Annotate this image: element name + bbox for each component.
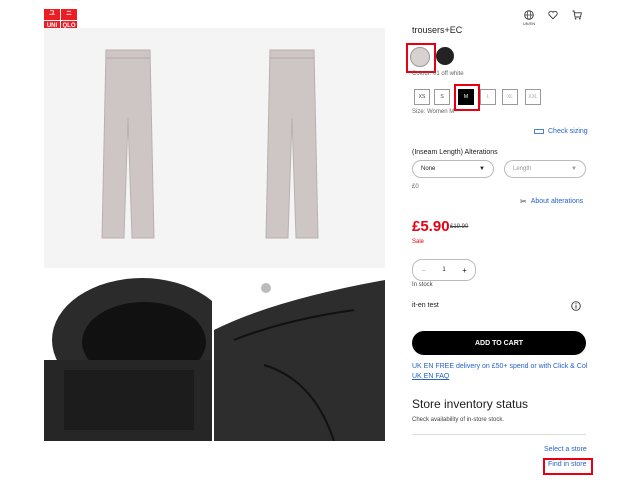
decrease-button[interactable]: − — [421, 266, 426, 275]
quantity-value: 1 — [442, 267, 446, 273]
add-to-cart-button[interactable]: ADD TO CART — [412, 331, 586, 355]
sale-price: £5.90 — [412, 218, 450, 235]
store-inventory-subtitle: Check availability of in-store stock. — [412, 417, 505, 423]
select-store-link[interactable]: Select a store — [544, 446, 587, 453]
cart-button[interactable] — [569, 10, 585, 28]
find-in-store-link[interactable]: Find in store — [548, 461, 587, 468]
info-icon[interactable] — [571, 301, 581, 311]
size-m[interactable]: M — [458, 89, 474, 105]
heart-icon — [548, 10, 558, 20]
chevron-down-icon: ▼ — [479, 166, 485, 172]
increase-button[interactable]: + — [462, 266, 467, 275]
divider — [412, 434, 586, 435]
language-caption: UK/EN — [522, 21, 536, 26]
stock-status: In stock — [412, 282, 433, 288]
size-l[interactable]: L — [480, 89, 496, 105]
trousers-back-image[interactable] — [262, 48, 322, 244]
pocket-detail-image[interactable] — [214, 270, 385, 441]
wishlist-button[interactable] — [545, 10, 561, 28]
logo-letter: ユ — [44, 9, 60, 20]
trousers-front-image — [101, 49, 155, 239]
alteration-select[interactable]: None ▼ — [412, 160, 494, 178]
sale-badge: Sale — [412, 239, 425, 245]
store-inventory-title: Store inventory status — [412, 397, 529, 411]
length-select-value: Length — [513, 166, 532, 172]
globe-icon — [524, 10, 534, 20]
chevron-down-icon: ▼ — [571, 166, 577, 172]
waistband-detail-image[interactable] — [44, 270, 212, 441]
alteration-price: £0 — [412, 184, 419, 190]
logo-letter: ニ — [61, 9, 77, 20]
product-title: trousers+EC — [412, 25, 463, 35]
delivery-info: UK EN FREE delivery on £50+ spend or wit… — [412, 363, 588, 370]
quantity-stepper[interactable]: − 1 + — [412, 259, 476, 281]
size-label: Size: Women M — [412, 109, 455, 115]
size-xxl[interactable]: XXL — [525, 89, 541, 105]
original-price: £19.90 — [450, 224, 469, 230]
about-alterations-link[interactable]: ✂ About alterations — [520, 197, 583, 206]
about-alterations-label: About alterations — [530, 198, 584, 205]
check-sizing-link[interactable]: Check sizing — [534, 128, 588, 135]
check-sizing-label: Check sizing — [548, 128, 588, 135]
alteration-select-value: None — [421, 166, 436, 172]
size-xs[interactable]: XS — [414, 89, 430, 105]
size-xl[interactable]: XL — [502, 89, 518, 105]
alterations-title: (Inseam Length) Alterations — [412, 149, 498, 156]
length-select[interactable]: Length ▼ — [504, 160, 586, 178]
cart-icon — [572, 10, 582, 20]
pocket-detail-graphic — [214, 270, 385, 441]
product-image-main[interactable] — [44, 28, 385, 268]
language-button[interactable]: UK/EN — [521, 10, 537, 28]
scissors-icon: ✂ — [520, 197, 527, 206]
colour-swatch-offwhite[interactable] — [410, 47, 430, 67]
ruler-icon — [534, 129, 544, 134]
faq-link[interactable]: UK EN FAQ — [412, 373, 449, 380]
test-label: it-en test — [412, 302, 439, 309]
colour-swatch-black[interactable] — [436, 47, 454, 65]
waistband-detail-graphic — [44, 270, 212, 441]
size-s[interactable]: S — [434, 89, 450, 105]
colour-label: Colour: 01 off white — [412, 71, 464, 77]
